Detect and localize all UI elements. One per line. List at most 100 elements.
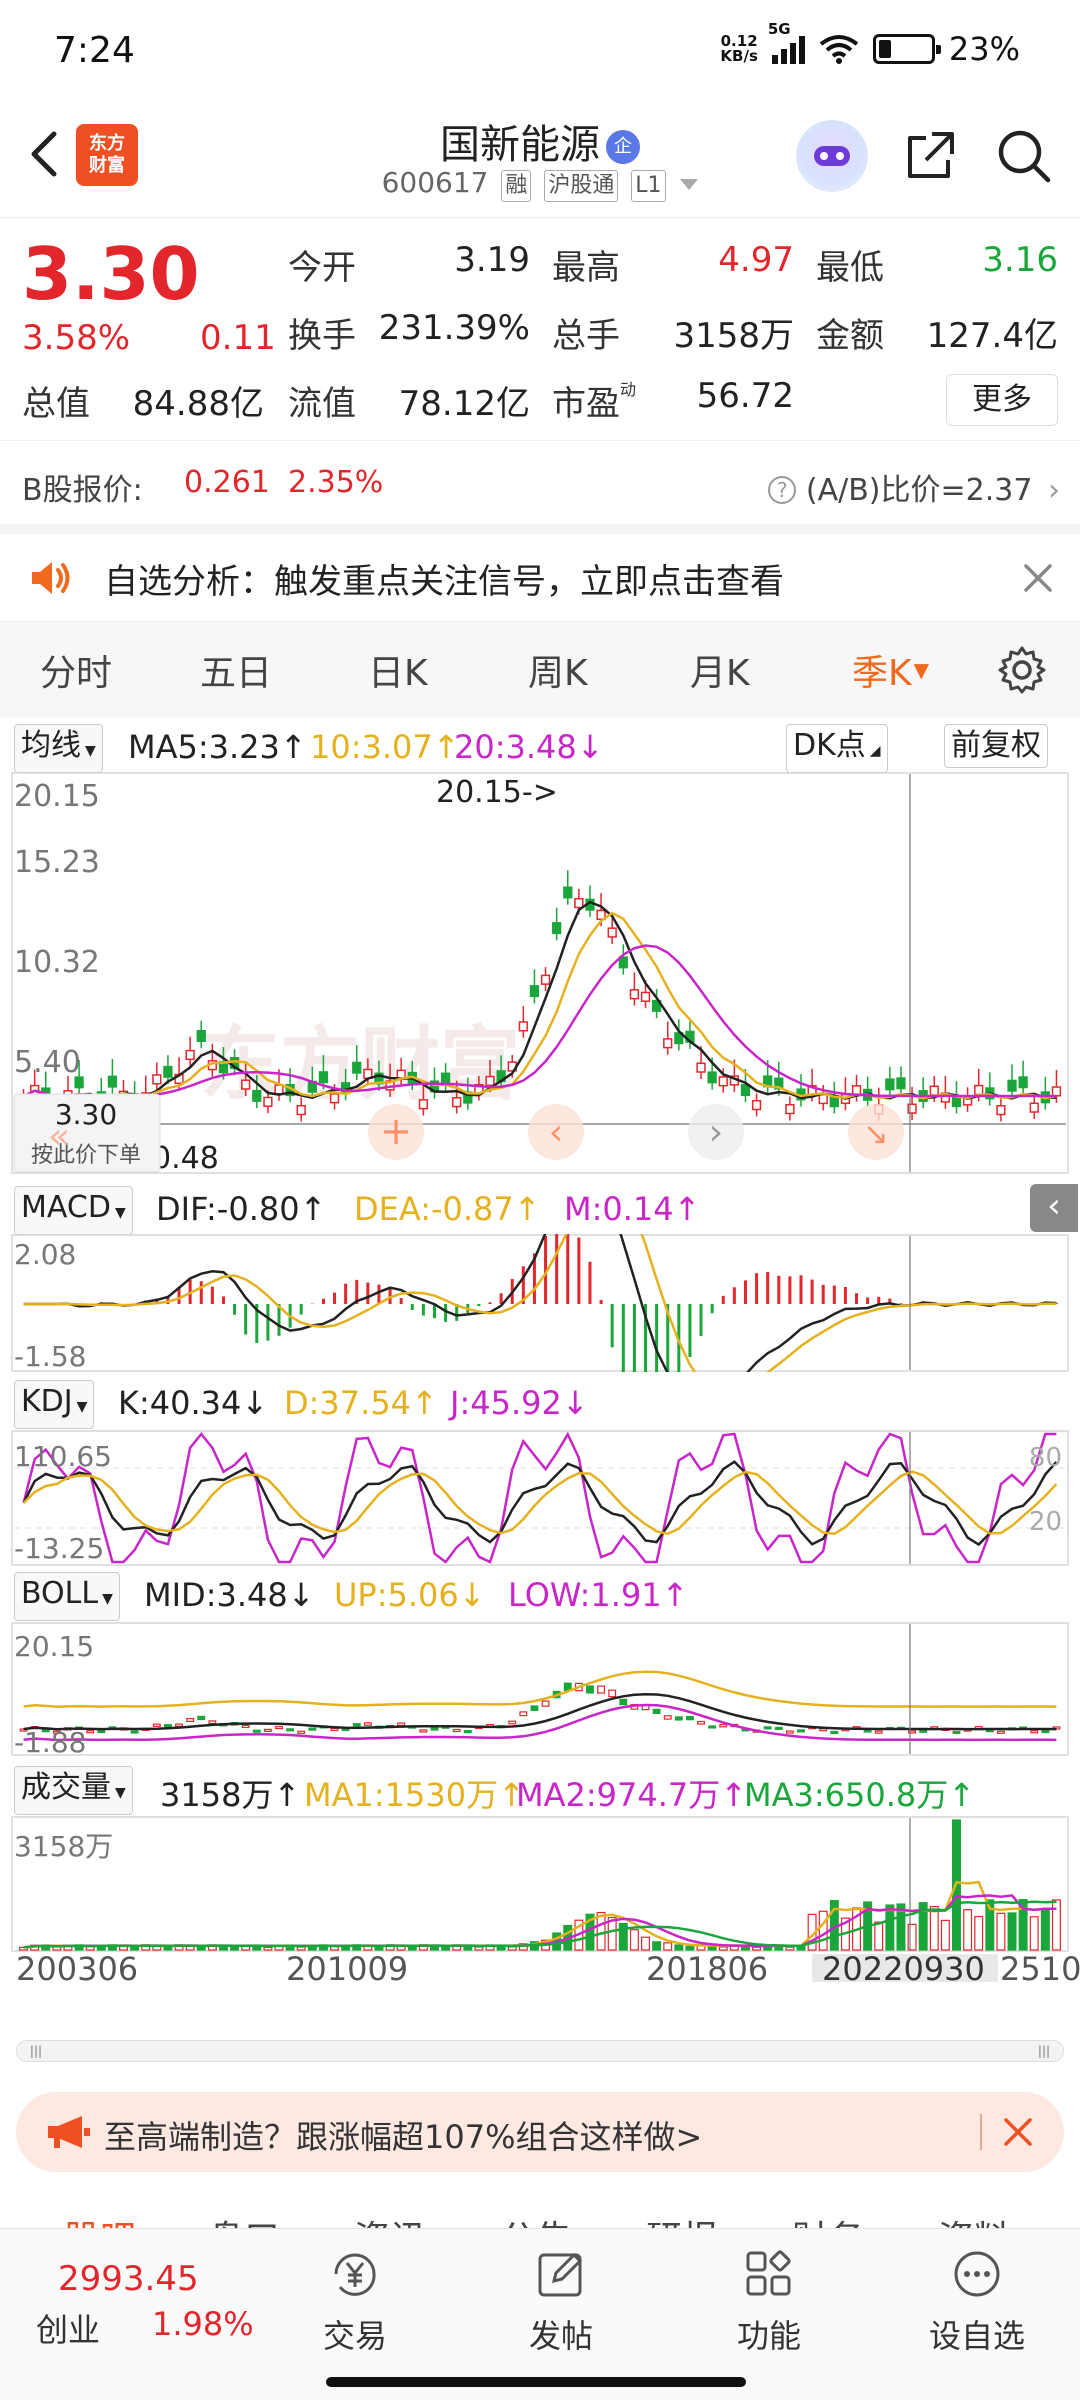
nav-trade[interactable]: 交易 <box>290 2247 420 2357</box>
tab-daily-k[interactable]: 日K <box>368 644 428 696</box>
sub-tab-finance[interactable]: 财务 <box>792 2210 864 2230</box>
zoom-in-button[interactable]: + <box>368 1104 424 1160</box>
boll-y-top: 20.15 <box>14 1630 94 1663</box>
candle-body <box>718 1076 728 1087</box>
chevron-right-icon: › <box>1048 473 1060 508</box>
candle-body <box>818 1093 828 1105</box>
b-share-pct: 2.35% <box>288 465 384 500</box>
search-icon[interactable] <box>994 126 1054 186</box>
kdj-chart[interactable]: 110.65 -13.25 80 20 <box>0 1430 1080 1566</box>
boll-candle <box>863 1729 872 1733</box>
promo-banner[interactable]: 至高端制造？跟涨幅超107%组合这样做> <box>16 2092 1064 2172</box>
bottom-bar: 2993.45 创业 1.98% 交易 发帖 功能 设自选 <box>0 2228 1080 2400</box>
macd-selector[interactable]: MACD ▼ <box>14 1186 133 1235</box>
close-icon[interactable] <box>1002 2116 1034 2148</box>
nav-trade-label: 交易 <box>322 2317 387 2355</box>
nav-add-watchlist[interactable]: 设自选 <box>912 2247 1042 2357</box>
boll-candle <box>763 1726 772 1730</box>
scroll-right-button[interactable]: › <box>688 1104 744 1160</box>
scroll-handle-right[interactable]: ||| <box>1029 2044 1059 2058</box>
index-name: 创业 <box>36 2311 101 2349</box>
sub-tab-news[interactable]: 资讯 <box>354 2210 426 2230</box>
home-indicator[interactable] <box>326 2377 746 2387</box>
macd-chart[interactable]: 2.08 -1.58 <box>0 1234 1080 1372</box>
volume-bar <box>474 1946 484 1951</box>
boll-candle <box>152 1723 161 1727</box>
high-value: 4.97 <box>718 240 794 280</box>
boll-candle <box>797 1729 805 1733</box>
candle-body <box>318 1071 329 1084</box>
boll-chart[interactable]: 20.15 -1.88 <box>0 1622 1080 1756</box>
sub-tab-profile[interactable]: 资料 <box>938 2210 1010 2230</box>
boll-low: LOW:1.91↑ <box>508 1576 689 1614</box>
boll-selector[interactable]: BOLL ▼ <box>14 1572 120 1621</box>
volume-value: 3158万↑ <box>160 1776 301 1814</box>
macd-selector-label: MACD <box>21 1190 111 1225</box>
candle-body <box>907 1103 917 1114</box>
boll-candle <box>452 1728 461 1733</box>
candlestick-chart[interactable]: 东方财富 20.15 15.23 10.32 5.40 20.15-> 0.48… <box>0 772 1080 1176</box>
double-left-icon[interactable]: « <box>48 1116 70 1157</box>
candle-body <box>629 989 640 1000</box>
tab-intraday[interactable]: 分时 <box>40 644 112 696</box>
volume-chart[interactable]: 3158万 200306 201009 201806 20220930 2510 <box>0 1816 1080 1982</box>
close-icon[interactable] <box>1022 562 1054 594</box>
chart-scrollbar[interactable]: ||| ||| <box>16 2040 1064 2062</box>
candle-body <box>329 1093 340 1104</box>
candle-body <box>563 886 573 899</box>
gear-icon[interactable] <box>996 644 1048 696</box>
boll-candle <box>586 1685 594 1694</box>
candle-body <box>418 1099 429 1110</box>
float-cap-label: 流值 <box>288 384 356 424</box>
adjust-selector[interactable]: 前复权 <box>944 724 1048 768</box>
b-share-line[interactable]: B股报价: 0.261 2.35% ? (A/B)比价=2.37 › <box>0 440 1080 534</box>
volume-selector[interactable]: 成交量 ▼ <box>14 1766 133 1815</box>
boll-candle <box>519 1711 528 1717</box>
boll-candle <box>86 1730 95 1734</box>
boll-candle <box>874 1730 883 1734</box>
nav-functions[interactable]: 功能 <box>704 2247 834 2357</box>
volume-bar <box>1040 1909 1050 1951</box>
candle-body <box>707 1071 717 1084</box>
x-label-1: 200306 <box>16 1950 138 1982</box>
tab-monthly-k[interactable]: 月K <box>690 644 750 696</box>
kdj-selector[interactable]: KDJ ▼ <box>14 1380 95 1429</box>
more-button[interactable]: 更多 <box>946 374 1058 426</box>
sub-tab-pankou[interactable]: 盘口 <box>208 2210 280 2230</box>
boll-candle <box>996 1730 1005 1734</box>
caret-down-icon: ▼ <box>114 1205 126 1221</box>
sub-tab-research[interactable]: 研报 <box>646 2210 718 2230</box>
price-tag[interactable]: 3.30 按此价下单 <box>13 1093 161 1173</box>
tab-five-day[interactable]: 五日 <box>200 644 272 696</box>
volume-bar <box>996 1912 1006 1951</box>
ai-assistant-icon[interactable] <box>796 120 868 192</box>
x-label-5: 2510 <box>1000 1950 1080 1982</box>
help-icon[interactable]: ? <box>768 476 797 504</box>
pe-label-text: 市盈 <box>552 384 620 424</box>
boll-candle <box>719 1724 728 1728</box>
collapse-left-icon[interactable]: ‹ <box>1030 1184 1078 1232</box>
sub-tab-notice[interactable]: 公告 <box>500 2210 572 2230</box>
kdj-ref-80: 80 <box>1029 1443 1062 1473</box>
wifi-icon <box>819 35 859 64</box>
scroll-left-button[interactable]: ‹ <box>528 1104 584 1160</box>
notice-bar[interactable]: 自选分析：触发重点关注信号，立即点击查看 <box>0 534 1080 622</box>
ma-selector-label: 均线 <box>21 728 81 763</box>
volume-bar <box>929 1906 939 1951</box>
pe-dynamic-mark: 动 <box>620 380 637 399</box>
nav-post[interactable]: 发帖 <box>496 2247 626 2357</box>
ab-ratio[interactable]: ? (A/B)比价=2.37 › <box>768 465 1060 509</box>
tab-weekly-k[interactable]: 周K <box>528 644 588 696</box>
ma-selector[interactable]: 均线 ▼ <box>14 724 103 773</box>
net-speed-unit: KB/s <box>720 47 758 65</box>
fullscreen-button[interactable]: ↘ <box>848 1104 904 1160</box>
share-icon[interactable] <box>900 126 960 186</box>
tab-quarterly-k[interactable]: 季K ▼ <box>852 644 929 696</box>
quote-panel: 3.30 3.58% 0.11 今开 3.19 最高 4.97 最低 3.16 … <box>0 218 1080 426</box>
dk-point-selector[interactable]: DK点 ◢ <box>786 724 888 773</box>
candle-body <box>252 1089 262 1102</box>
sub-tab-guba[interactable]: 股吧 <box>64 2210 136 2230</box>
scroll-handle-left[interactable]: ||| <box>21 2044 51 2058</box>
caret-down-icon: ▼ <box>76 1399 88 1415</box>
boll-candle <box>419 1729 428 1733</box>
